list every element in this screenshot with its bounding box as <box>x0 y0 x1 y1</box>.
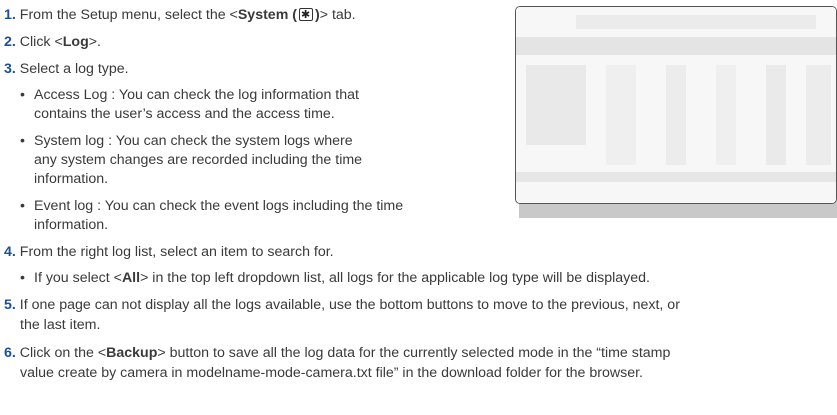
step-2: 2. Click <Log>. <box>4 34 101 50</box>
gear-icon <box>298 6 313 25</box>
blur-block <box>666 65 686 165</box>
step-5: 5. If one page can not display all the l… <box>4 297 680 313</box>
step-number: 1. <box>4 7 16 23</box>
step-4: 4. From the right log list, select an it… <box>4 244 334 260</box>
blur-block <box>806 65 831 165</box>
blur-block <box>516 172 836 182</box>
step-3: 3. Select a log type. <box>4 61 129 77</box>
step-number: 5. <box>4 297 16 313</box>
step-number: 2. <box>4 34 16 50</box>
log-screen-screenshot <box>515 6 837 204</box>
blur-block <box>526 65 586 145</box>
bullet: • <box>20 133 25 149</box>
blur-block <box>766 65 786 165</box>
blur-block <box>716 65 736 165</box>
bullet: • <box>20 270 25 286</box>
step-number: 6. <box>4 345 16 361</box>
blur-block <box>606 65 636 165</box>
step-1: 1. From the Setup menu, select the <Syst… <box>4 6 356 25</box>
bullet: • <box>20 87 25 103</box>
bullet: • <box>20 198 25 214</box>
step-number: 4. <box>4 244 16 260</box>
step-6-cont: value create by camera in modelname-mode… <box>20 365 643 381</box>
blur-block <box>576 15 816 29</box>
step-6: 6. Click on the <Backup> button to save … <box>4 345 671 361</box>
step-5-cont: the last item. <box>20 317 101 333</box>
blur-block <box>516 37 836 55</box>
step-number: 3. <box>4 61 16 77</box>
